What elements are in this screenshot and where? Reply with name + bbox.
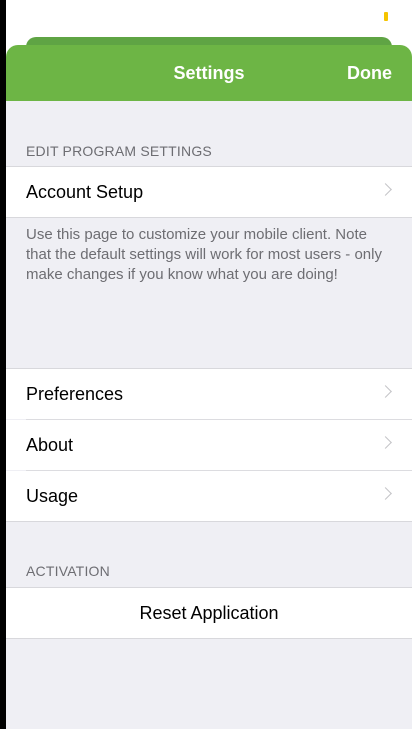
divider (6, 217, 412, 218)
chevron-right-icon (379, 436, 392, 449)
section-header-edit-program-settings: EDIT PROGRAM SETTINGS (26, 143, 212, 159)
nav-bar: Settings Done (6, 45, 412, 101)
usage-label: Usage (26, 486, 79, 506)
done-button[interactable]: Done (347, 63, 392, 84)
reset-application-button[interactable]: Reset Application (6, 588, 412, 638)
chevron-right-icon (379, 183, 392, 196)
chevron-right-icon (379, 385, 392, 398)
about-label: About (26, 435, 74, 455)
account-setup-cell[interactable]: Account Setup (6, 167, 412, 217)
status-indicator-icon (384, 12, 388, 21)
account-setup-label: Account Setup (26, 182, 144, 202)
section-header-activation: ACTIVATION (26, 563, 110, 579)
preferences-cell[interactable]: Preferences (6, 369, 412, 419)
about-cell[interactable]: About (6, 420, 412, 470)
settings-help-text: Use this page to customize your mobile c… (26, 226, 382, 283)
settings-sheet: Settings Done EDIT PROGRAM SETTINGS Acco… (6, 45, 412, 729)
preferences-label: Preferences (26, 384, 124, 404)
divider (6, 638, 412, 639)
reset-application-label: Reset Application (139, 603, 279, 623)
status-bar (6, 0, 412, 40)
device-screen: Settings Done EDIT PROGRAM SETTINGS Acco… (6, 0, 412, 729)
divider (6, 521, 412, 522)
usage-cell[interactable]: Usage (6, 471, 412, 521)
chevron-right-icon (379, 487, 392, 500)
